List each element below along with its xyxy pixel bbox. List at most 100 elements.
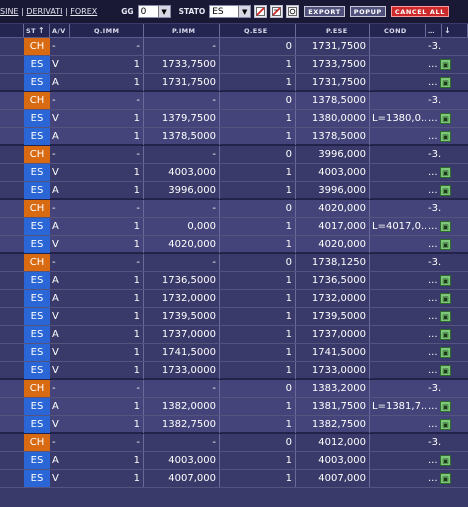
status-badge: ES: [24, 398, 50, 415]
table-row[interactable]: CH---01738,1250-3...-: [0, 254, 468, 272]
table-row[interactable]: ES V 1 1733,0000 1 1733,0000... ▣: [0, 362, 468, 380]
pimm-cell: 1739,5000: [144, 308, 220, 325]
row-action-cell: ▣: [440, 164, 456, 181]
qimm-cell: 1: [70, 182, 144, 199]
table-row[interactable]: ES A 1 0,000 1 4017,000 L=4017,0...... ▣: [0, 218, 468, 236]
row-action-icon[interactable]: ▣: [440, 365, 451, 376]
table-row[interactable]: ES A 1 1737,0000 1 1737,0000... ▣: [0, 326, 468, 344]
pimm-cell: 1736,5000: [144, 272, 220, 289]
row-action-icon[interactable]: ▣: [440, 311, 451, 322]
cond-cell: [370, 182, 426, 199]
header-av[interactable]: A/V: [50, 24, 70, 37]
header-act[interactable]: …: [426, 24, 442, 37]
qese-cell: 0: [220, 92, 296, 109]
status-badge: ES: [24, 326, 50, 343]
status-badge: CH: [24, 38, 50, 55]
pese-cell: 1736,5000: [296, 272, 370, 289]
table-row[interactable]: ES V 1 4003,000 1 4003,000... ▣: [0, 164, 468, 182]
nav-link-forex[interactable]: FOREX: [70, 7, 97, 16]
nav-link-derivati[interactable]: DERIVATI: [26, 7, 62, 16]
table-row[interactable]: CH---01378,5000-3...-: [0, 92, 468, 110]
pimm-cell: 1733,0000: [144, 362, 220, 379]
table-row[interactable]: ES A 1 3996,000 1 3996,000... ▣: [0, 182, 468, 200]
av-cell: V: [52, 113, 59, 124]
sort-down-icon[interactable]: ↓: [442, 24, 468, 37]
row-action-icon[interactable]: ▣: [440, 77, 451, 88]
refresh-icon[interactable]: [286, 5, 300, 18]
header-cond[interactable]: COND: [370, 24, 426, 37]
av-cell: -: [52, 203, 56, 214]
row-action-icon[interactable]: ▣: [440, 401, 451, 412]
table-row[interactable]: ES V 1 1733,7500 1 1733,7500... ▣: [0, 56, 468, 74]
stato-select[interactable]: ES ▼: [209, 5, 252, 18]
status-badge: ES: [24, 128, 50, 145]
row-action-icon[interactable]: ▣: [440, 59, 451, 70]
status-badge: ES: [24, 362, 50, 379]
status-badge: CH: [24, 146, 50, 163]
cond-cell: [370, 38, 426, 55]
header-pimm[interactable]: P.IMM: [144, 24, 220, 37]
row-action-icon[interactable]: ▣: [440, 455, 451, 466]
row-action-icon[interactable]: ▣: [440, 419, 451, 430]
row-action-icon[interactable]: ▣: [440, 275, 451, 286]
table-row[interactable]: ES A 1 1378,5000 1 1378,5000... ▣: [0, 128, 468, 146]
table-row[interactable]: ES V 1 1382,7500 1 1382,7500... ▣: [0, 416, 468, 434]
table-row[interactable]: ES A 1 1736,5000 1 1736,5000... ▣: [0, 272, 468, 290]
row-action-icon[interactable]: ▣: [440, 239, 451, 250]
cancel-selected-icon[interactable]: [254, 5, 268, 18]
table-row[interactable]: ES V 1 1741,5000 1 1741,5000... ▣: [0, 344, 468, 362]
qimm-cell: 1: [70, 218, 144, 235]
stato-label: STATO: [178, 7, 206, 16]
av-cell: A: [52, 221, 59, 232]
header-st[interactable]: ST ↑: [24, 24, 50, 37]
status-badge: CH: [24, 92, 50, 109]
nav-link-sine[interactable]: SINE: [0, 7, 18, 16]
pimm-cell: -: [144, 38, 220, 55]
row-action-icon[interactable]: ▣: [440, 329, 451, 340]
row-action-icon[interactable]: ▣: [440, 185, 451, 196]
stato-select-value: ES: [212, 6, 224, 17]
av-cell: A: [52, 77, 59, 88]
table-row[interactable]: ES A 1 4003,000 1 4003,000... ▣: [0, 452, 468, 470]
table-row[interactable]: CH---04012,000-3...-: [0, 434, 468, 452]
table-row[interactable]: CH---03996,000-3...-: [0, 146, 468, 164]
cancel-filtered-icon[interactable]: [270, 5, 284, 18]
table-row[interactable]: CH---01383,2000-3...-: [0, 380, 468, 398]
cancel-all-button[interactable]: CANCEL ALL: [390, 6, 450, 17]
qimm-cell: 1: [70, 308, 144, 325]
qese-cell: 1: [220, 164, 296, 181]
row-action-icon[interactable]: ▣: [440, 473, 451, 484]
row-action-icon[interactable]: ▣: [440, 221, 451, 232]
header-qese[interactable]: Q.ESE: [220, 24, 296, 37]
export-button[interactable]: EXPORT: [304, 6, 345, 17]
header-qimm[interactable]: Q.IMM: [70, 24, 144, 37]
gg-select[interactable]: 0 ▼: [137, 5, 171, 18]
pimm-cell: 1382,0000: [144, 398, 220, 415]
status-badge: CH: [24, 254, 50, 271]
table-row[interactable]: ES A 1 1731,7500 1 1731,7500... ▣: [0, 74, 468, 92]
row-action-icon[interactable]: ▣: [440, 167, 451, 178]
row-action-icon[interactable]: ▣: [440, 113, 451, 124]
table-row[interactable]: ES A 1 1382,0000 1 1381,7500 L=1381,7...... ▣: [0, 398, 468, 416]
table-row[interactable]: ES A 1 1732,0000 1 1732,0000... ▣: [0, 290, 468, 308]
cond-cell: [370, 254, 426, 271]
row-action-icon[interactable]: ▣: [440, 131, 451, 142]
cond-cell: [370, 362, 426, 379]
pimm-cell: 1732,0000: [144, 290, 220, 307]
table-row[interactable]: ES V 1 1379,7500 1 1380,0000 L=1380,0...... ▣: [0, 110, 468, 128]
table-row[interactable]: ES V 1 1739,5000 1 1739,5000... ▣: [0, 308, 468, 326]
table-row[interactable]: CH---01731,7500-3...-: [0, 38, 468, 56]
table-row[interactable]: ES V 1 4020,000 1 4020,000... ▣: [0, 236, 468, 254]
pimm-cell: 1382,7500: [144, 416, 220, 433]
pimm-cell: 4003,000: [144, 164, 220, 181]
popup-button[interactable]: POPUP: [349, 6, 386, 17]
status-badge: CH: [24, 200, 50, 217]
row-action-icon[interactable]: ▣: [440, 347, 451, 358]
qimm-cell: 1: [70, 236, 144, 253]
cond-cell: [370, 308, 426, 325]
header-pese[interactable]: P.ESE: [296, 24, 370, 37]
table-row[interactable]: ES V 1 4007,000 1 4007,000... ▣: [0, 470, 468, 488]
row-action-icon[interactable]: ▣: [440, 293, 451, 304]
pese-cell: 4003,000: [296, 164, 370, 181]
table-row[interactable]: CH---04020,000-3...-: [0, 200, 468, 218]
